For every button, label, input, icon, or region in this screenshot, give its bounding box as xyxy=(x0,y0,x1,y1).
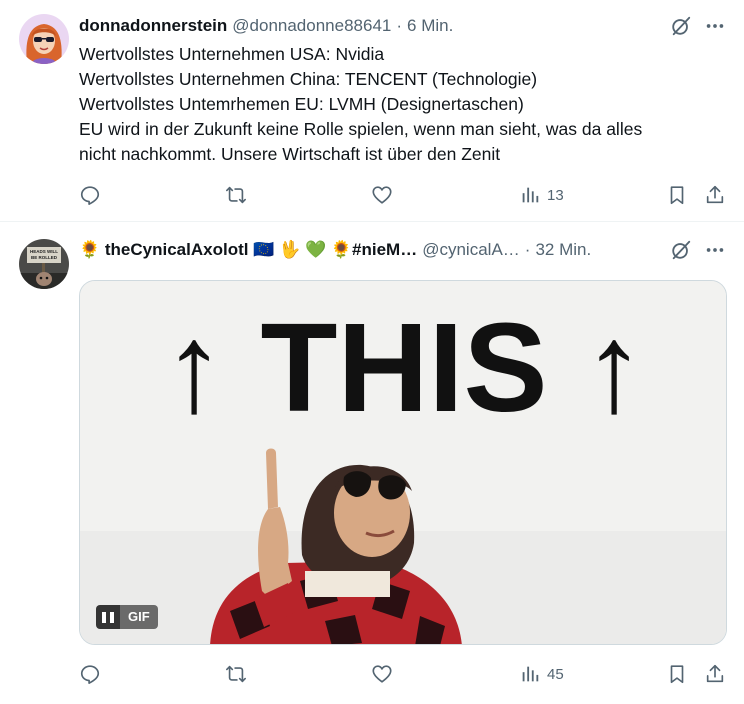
views-icon xyxy=(522,187,539,203)
like-button[interactable] xyxy=(371,663,393,685)
display-name[interactable]: donnadonnerstein xyxy=(79,16,227,36)
separator-dot: · xyxy=(524,240,531,259)
like-icon xyxy=(372,665,392,683)
avatar[interactable] xyxy=(19,14,69,64)
tweet-text-line: Wertvollstes Unternehmen USA: Nvidia xyxy=(79,44,385,64)
tweet-actions: 13 xyxy=(79,184,729,208)
like-icon xyxy=(372,186,392,204)
svg-text:HEADS WILL: HEADS WILL xyxy=(30,249,58,254)
retweet-icon xyxy=(226,665,246,683)
grok-icon[interactable] xyxy=(670,15,692,37)
tweet-header: 🌻 theCynicalAxolotl 🇪🇺 🖖 💚 🌻#nieM… @cyni… xyxy=(79,238,591,262)
share-icon xyxy=(706,664,724,683)
tweet[interactable]: donnadonnerstein @donnadonne88641 · 6 Mi… xyxy=(0,0,744,222)
timestamp[interactable]: 32 Min. xyxy=(535,240,591,260)
pause-icon[interactable] xyxy=(96,605,120,629)
tweet-text-line: EU wird in der Zukunft keine Rolle spiel… xyxy=(79,119,643,139)
views-count: 45 xyxy=(547,665,564,683)
gif-frame: ↑ THIS ↑ xyxy=(80,281,726,644)
views-button[interactable]: 13 xyxy=(519,184,564,206)
user-handle[interactable]: @cynicalA… xyxy=(422,240,520,260)
tweet-actions: 45 xyxy=(79,663,729,687)
timestamp[interactable]: 6 Min. xyxy=(407,16,453,36)
tweet-text-line: Wertvollstes Untemrhemen EU: LVMH (Desig… xyxy=(79,94,524,114)
like-button[interactable] xyxy=(371,184,393,206)
svg-text:BE ROLLED: BE ROLLED xyxy=(31,255,58,260)
gif-controls: GIF xyxy=(96,605,158,629)
separator-dot: · xyxy=(396,16,403,35)
bookmark-button[interactable] xyxy=(666,184,688,206)
more-icon[interactable] xyxy=(704,239,726,261)
tweet-text-line: Wertvollstes Unternehmen China: TENCENT … xyxy=(79,69,538,89)
tweet-text: Wertvollstes Unternehmen USA: Nvidia Wer… xyxy=(79,42,719,167)
bookmark-button[interactable] xyxy=(666,663,688,685)
bookmark-icon xyxy=(670,186,684,205)
views-icon xyxy=(522,666,539,682)
tweet[interactable]: HEADS WILL BE ROLLED 🌻 theCynicalAxolotl… xyxy=(0,222,744,704)
views-count: 13 xyxy=(547,186,564,204)
more-icon[interactable] xyxy=(704,15,726,37)
bookmark-icon xyxy=(670,665,684,684)
display-name[interactable]: 🌻 theCynicalAxolotl 🇪🇺 🖖 💚 🌻#nieM… xyxy=(79,240,417,260)
tweet-header: donnadonnerstein @donnadonne88641 · 6 Mi… xyxy=(79,14,453,38)
gif-caption: ↑ THIS ↑ xyxy=(162,297,645,438)
share-icon xyxy=(706,185,724,204)
user-handle[interactable]: @donnadonne88641 xyxy=(232,16,391,36)
retweet-icon xyxy=(226,186,246,204)
reply-icon xyxy=(80,186,100,205)
gif-media[interactable]: ↑ THIS ↑ GIF xyxy=(79,280,727,645)
tweet-text-line: nicht nachkommt. Unsere Wirtschaft ist ü… xyxy=(79,144,501,164)
share-button[interactable] xyxy=(704,663,726,685)
tweet-top-actions xyxy=(670,15,726,37)
retweet-button[interactable] xyxy=(224,184,248,206)
tweet-top-actions xyxy=(670,239,726,261)
share-button[interactable] xyxy=(704,184,726,206)
reply-button[interactable] xyxy=(79,663,101,685)
retweet-button[interactable] xyxy=(224,663,248,685)
grok-icon[interactable] xyxy=(670,239,692,261)
gif-label: GIF xyxy=(120,605,158,629)
views-button[interactable]: 45 xyxy=(519,663,564,685)
reply-icon xyxy=(80,665,100,684)
reply-button[interactable] xyxy=(79,184,101,206)
avatar[interactable]: HEADS WILL BE ROLLED xyxy=(19,239,69,289)
